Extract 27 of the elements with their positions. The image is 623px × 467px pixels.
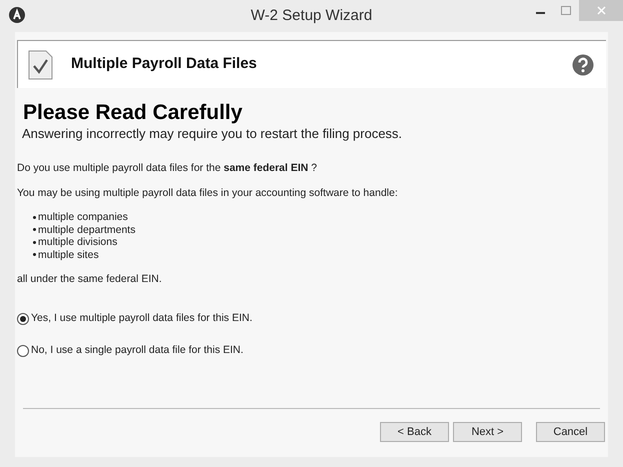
option-label[interactable]: No, I use a single payroll data file for this EIN. bbox=[31, 342, 244, 358]
back-button[interactable]: < Back bbox=[380, 422, 449, 442]
subheading: Answering incorrectly may require you to restart the filing process. bbox=[22, 126, 404, 142]
help-icon[interactable] bbox=[572, 54, 594, 76]
bullet-icon bbox=[33, 216, 36, 219]
close-icon bbox=[596, 6, 606, 15]
bullet-icon bbox=[33, 228, 36, 232]
bullet-icon bbox=[33, 253, 36, 256]
list-item: multiple departments bbox=[38, 224, 136, 236]
list-item: multiple companies bbox=[38, 211, 128, 224]
radio-button[interactable] bbox=[17, 312, 29, 325]
page-heading: Please Read Carefully bbox=[23, 100, 244, 126]
window-title: W-2 Setup Wizard bbox=[250, 7, 372, 24]
radio-button[interactable] bbox=[17, 344, 29, 357]
app-logo-icon bbox=[9, 7, 25, 23]
list-item: multiple sites bbox=[38, 248, 99, 261]
intro-text: You may be using multiple payroll data files in your accounting software to handle: bbox=[17, 187, 399, 200]
cancel-button[interactable]: Cancel bbox=[536, 422, 605, 442]
question-text: Do you use multiple payroll data files for the same federal EIN ? bbox=[17, 162, 318, 175]
maximize-icon bbox=[561, 6, 571, 15]
next-button[interactable]: Next > bbox=[453, 422, 522, 442]
closing-text: all under the same federal EIN. bbox=[17, 273, 163, 286]
bullet-icon bbox=[33, 240, 36, 244]
list-item: multiple divisions bbox=[38, 236, 118, 248]
option-label[interactable]: Yes, I use multiple payroll data files for this EIN. bbox=[31, 311, 252, 327]
checked-document-icon bbox=[28, 50, 53, 80]
header-title: Multiple Payroll Data Files bbox=[71, 54, 258, 74]
